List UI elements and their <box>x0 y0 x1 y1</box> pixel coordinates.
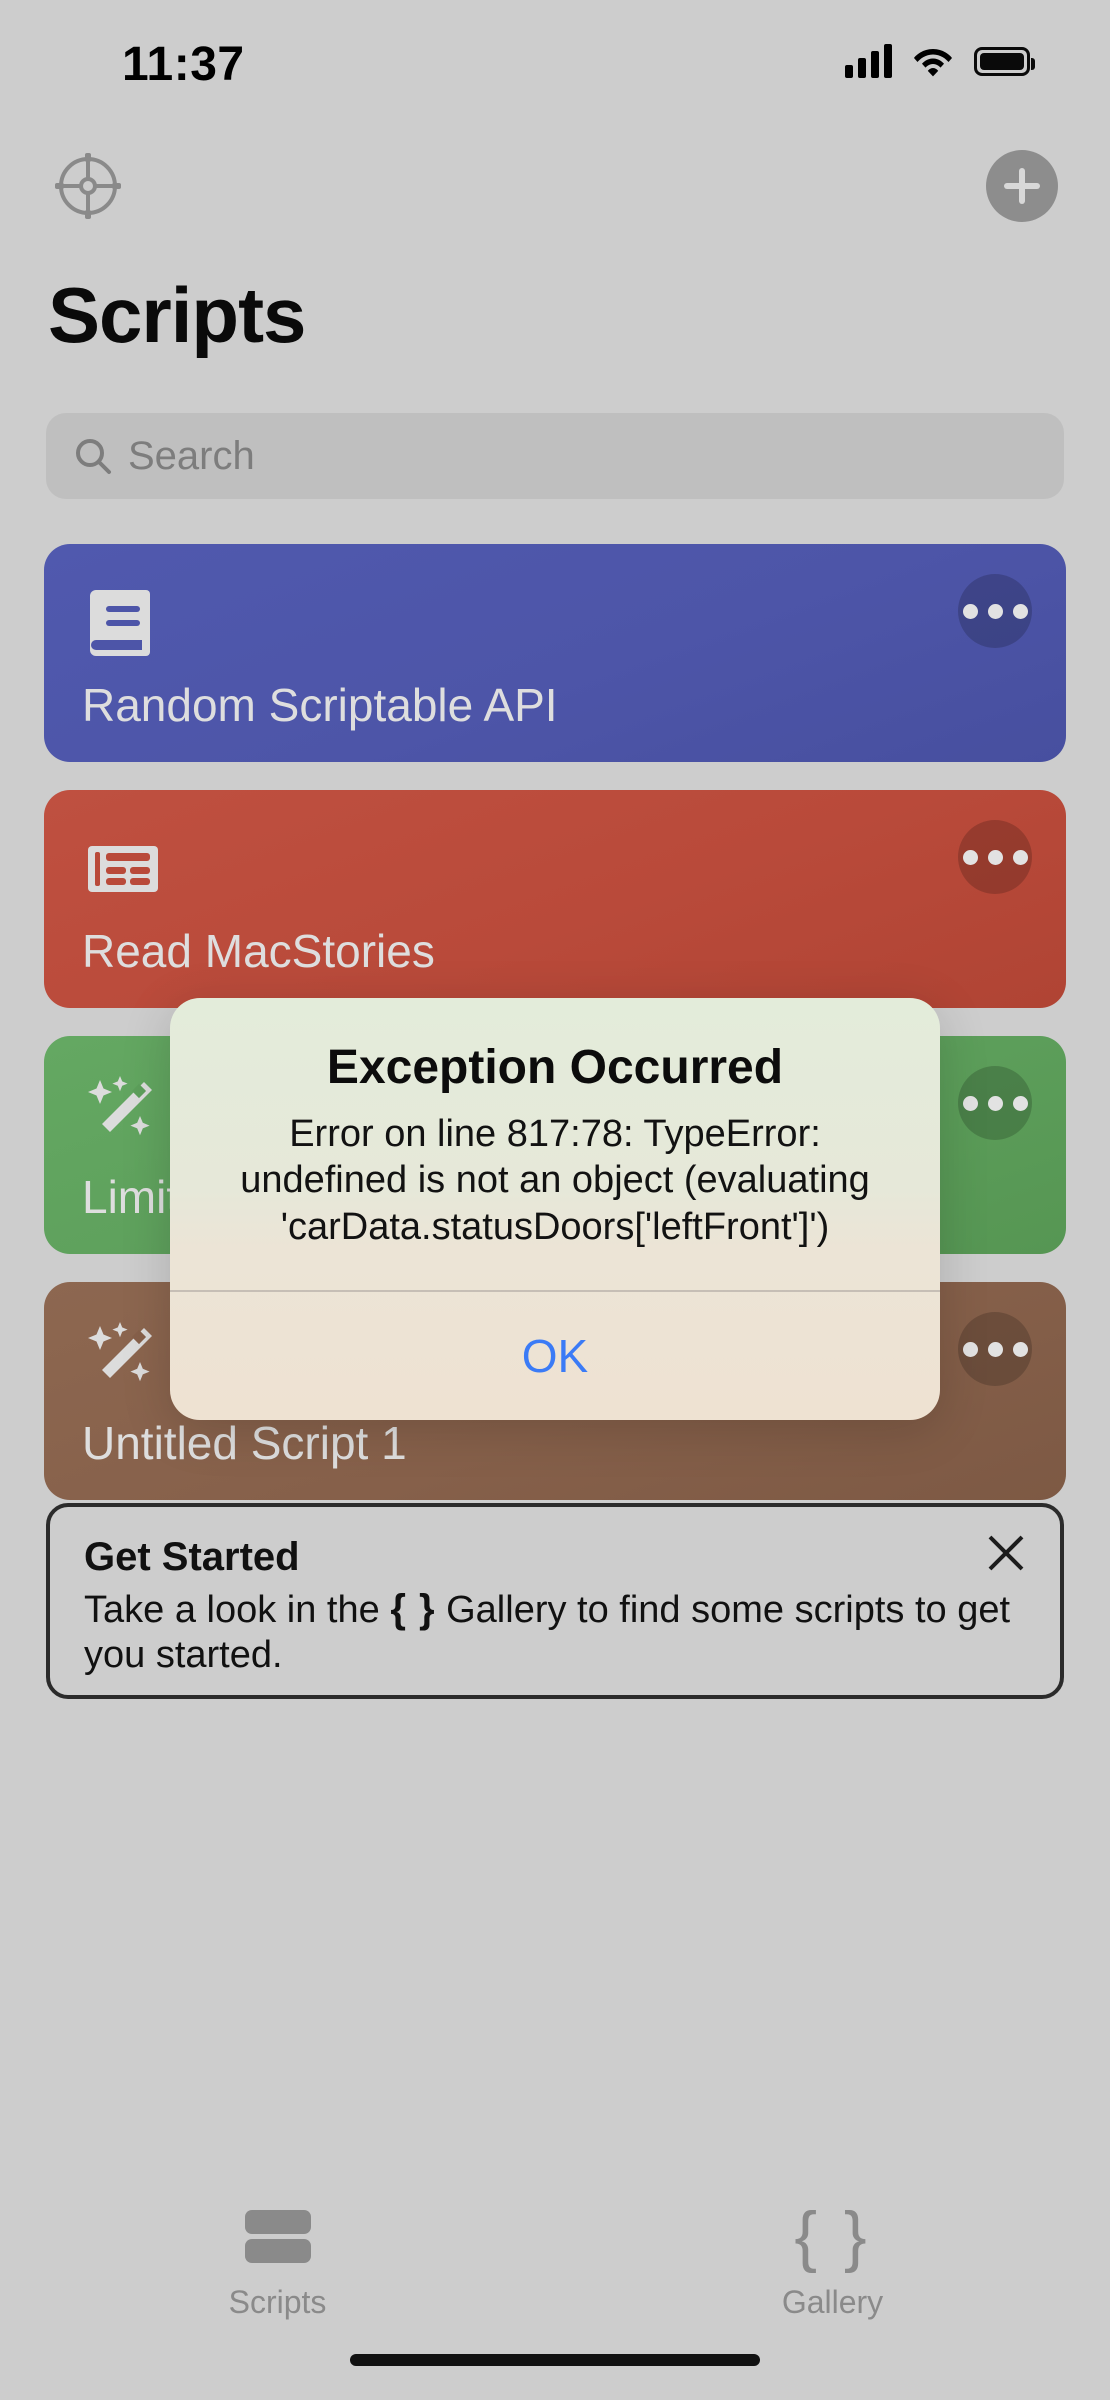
status-bar-time: 11:37 <box>122 38 245 91</box>
braces-glyph: { } <box>794 2197 871 2274</box>
battery-icon <box>974 46 1035 76</box>
magic-wand-icon <box>82 1320 164 1402</box>
status-bar-indicators <box>845 44 1035 78</box>
status-bar: 11:37 <box>0 0 1110 110</box>
search-field[interactable]: Search <box>46 413 1064 499</box>
ellipsis-icon <box>962 1341 978 1357</box>
braces-icon: { } <box>794 2198 870 2274</box>
plus-icon-vertical <box>1019 168 1025 204</box>
tab-scripts-label: Scripts <box>228 2284 327 2320</box>
alert-message: Error on line 817:78: TypeError: undefin… <box>240 1113 870 1248</box>
ellipsis-icon <box>1012 603 1028 619</box>
ellipsis-icon <box>987 603 1003 619</box>
alert-ok-button[interactable]: OK <box>170 1292 940 1420</box>
home-indicator <box>350 2354 760 2366</box>
tab-gallery-label: Gallery <box>781 2284 884 2320</box>
ellipsis-icon <box>1012 849 1028 865</box>
alert-content: Exception Occurred Error on line 817:78:… <box>170 998 940 1290</box>
get-started-text-before: Take a look in the <box>84 1589 391 1631</box>
cellular-signal-icon <box>845 44 892 78</box>
alert-ok-label: OK <box>521 1330 589 1383</box>
ellipsis-icon <box>987 1095 1003 1111</box>
ellipsis-icon <box>1012 1341 1028 1357</box>
exception-alert-dialog: Exception Occurred Error on line 817:78:… <box>170 998 940 1421</box>
script-card-read-macstories[interactable]: Read MacStories <box>44 790 1066 1008</box>
braces-icon: { } <box>390 1587 436 1631</box>
search-placeholder: Search <box>128 433 255 478</box>
ellipsis-icon <box>962 849 978 865</box>
ellipsis-icon <box>962 1095 978 1111</box>
script-card-random-scriptable-api[interactable]: Random Scriptable API <box>44 544 1066 762</box>
script-card-title: Limit <box>82 1171 180 1223</box>
script-more-button[interactable] <box>958 1066 1032 1140</box>
gear-icon[interactable] <box>52 150 124 222</box>
wifi-icon <box>912 45 954 77</box>
app-screen: 11:37 Scripts Search Random Scriptable A… <box>0 0 1110 2400</box>
search-icon <box>74 437 112 475</box>
get-started-title: Get Started <box>84 1535 300 1579</box>
close-icon[interactable] <box>982 1529 1030 1577</box>
book-icon <box>82 582 164 664</box>
get-started-body: Take a look in the { } Gallery to find s… <box>84 1586 1026 1678</box>
script-more-button[interactable] <box>958 574 1032 648</box>
ellipsis-icon <box>962 603 978 619</box>
nav-bar <box>0 150 1110 240</box>
newspaper-icon <box>82 828 164 910</box>
script-more-button[interactable] <box>958 820 1032 894</box>
get-started-banner: Get Started Take a look in the { } Galle… <box>46 1503 1064 1699</box>
script-card-title: Random Scriptable API <box>82 679 558 731</box>
script-more-button[interactable] <box>958 1312 1032 1386</box>
script-card-title: Read MacStories <box>82 925 435 977</box>
page-title: Scripts <box>48 271 306 359</box>
magic-wand-icon <box>82 1074 164 1156</box>
alert-title: Exception Occurred <box>326 1041 784 1094</box>
script-card-title: Untitled Script 1 <box>82 1417 407 1469</box>
scripts-list-icon <box>244 2198 311 2274</box>
add-script-button[interactable] <box>986 150 1058 222</box>
ellipsis-icon <box>987 849 1003 865</box>
ellipsis-icon <box>1012 1095 1028 1111</box>
ellipsis-icon <box>987 1341 1003 1357</box>
